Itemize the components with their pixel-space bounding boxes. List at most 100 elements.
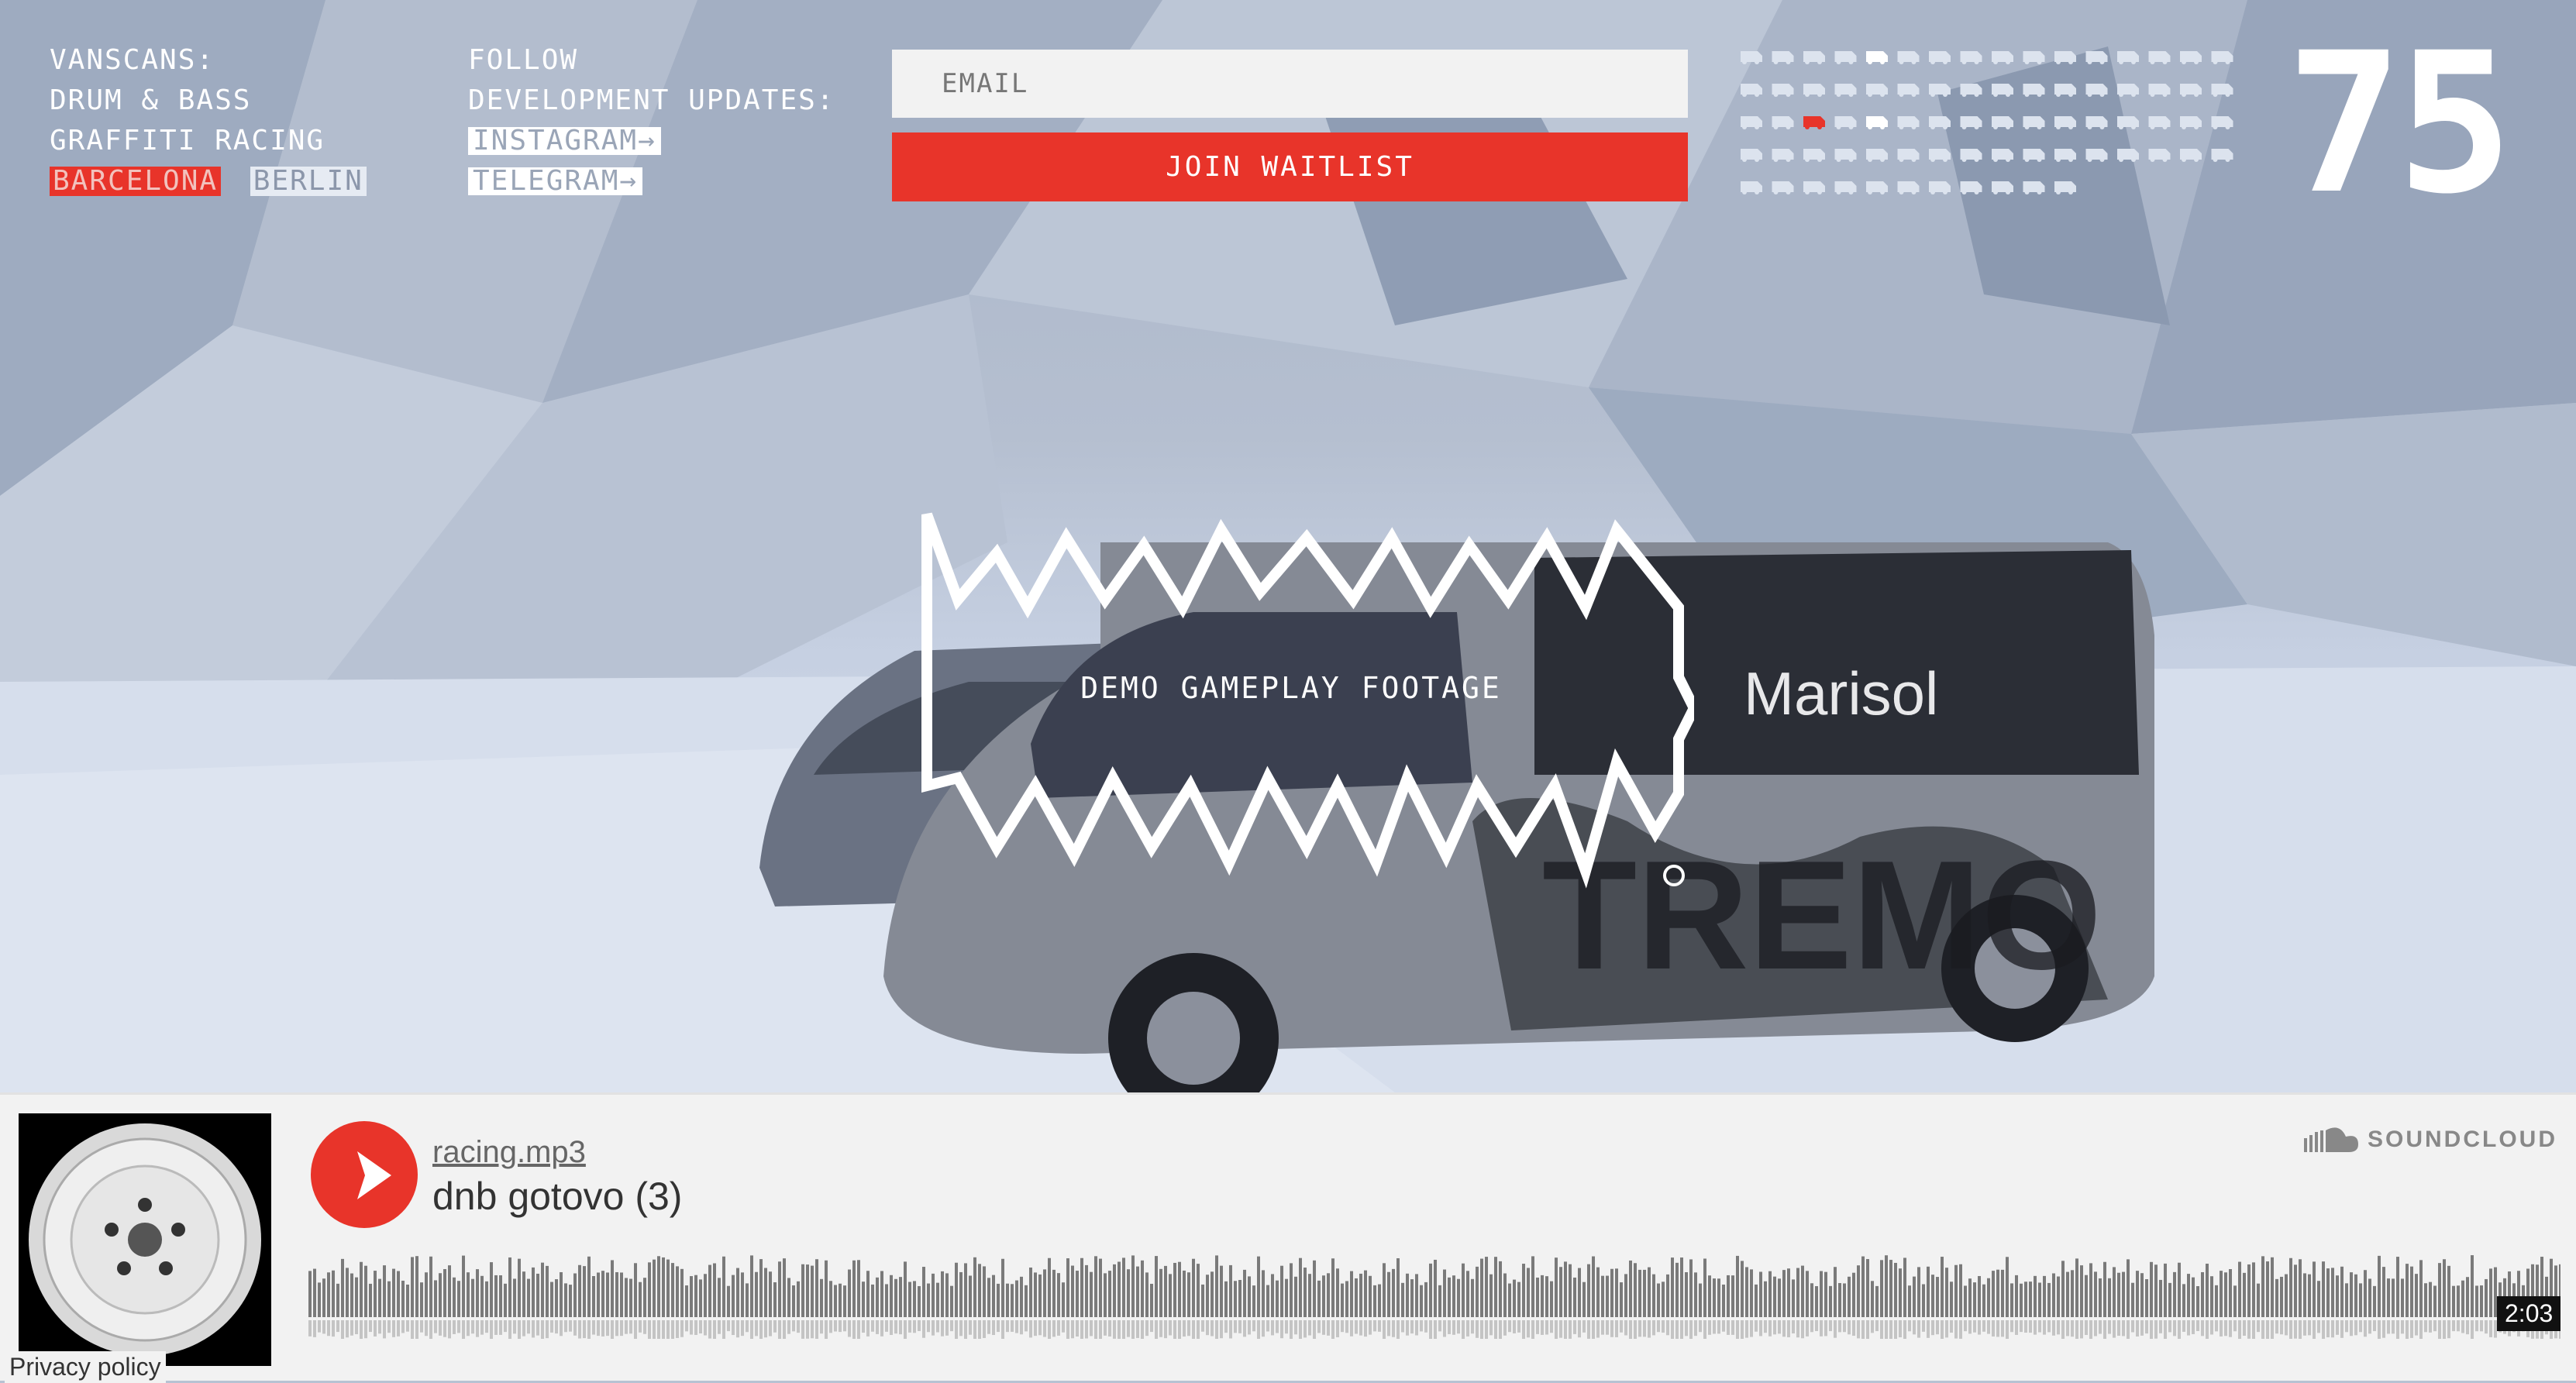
waveform-reflection bbox=[778, 1320, 781, 1339]
waveform-reflection bbox=[1341, 1320, 1344, 1333]
van-icon bbox=[1803, 84, 1825, 97]
van-icon bbox=[2054, 149, 2076, 162]
waveform-bar bbox=[578, 1264, 581, 1317]
waveform-bar bbox=[313, 1268, 316, 1317]
track-duration: 2:03 bbox=[2497, 1296, 2561, 1331]
waveform-bar bbox=[1755, 1284, 1758, 1317]
waveform-reflection bbox=[1285, 1320, 1288, 1334]
waveform-reflection bbox=[829, 1320, 832, 1333]
waveform-reflection bbox=[2206, 1320, 2209, 1339]
waveform-bar bbox=[1438, 1285, 1441, 1317]
waveform-bar bbox=[2308, 1274, 2311, 1317]
waveform-reflection bbox=[2113, 1320, 2116, 1338]
waveform[interactable] bbox=[308, 1246, 2561, 1339]
waveform-reflection bbox=[2261, 1320, 2264, 1339]
waveform-bar bbox=[2485, 1278, 2488, 1317]
waveform-reflection bbox=[425, 1320, 428, 1337]
waveform-bar bbox=[1666, 1274, 1669, 1317]
van-icon bbox=[2148, 149, 2171, 162]
waveform-reflection bbox=[1104, 1320, 1107, 1336]
waveform-bar bbox=[732, 1275, 735, 1317]
soundcloud-player: racing.mp3 dnb gotovo (3) SOUNDCLOUD 2:0… bbox=[0, 1092, 2576, 1381]
email-input[interactable] bbox=[892, 50, 1688, 118]
van-icon bbox=[1772, 116, 1794, 129]
waveform-bar bbox=[527, 1278, 530, 1317]
waveform-bar bbox=[2294, 1264, 2297, 1317]
track-user-link[interactable]: racing.mp3 bbox=[432, 1135, 586, 1170]
waveform-reflection bbox=[1499, 1320, 1502, 1339]
waveform-reflection bbox=[820, 1320, 823, 1334]
waveform-reflection bbox=[666, 1320, 670, 1339]
waveform-bar bbox=[355, 1277, 358, 1317]
waveform-bar bbox=[1303, 1268, 1307, 1317]
waveform-bar bbox=[378, 1278, 381, 1317]
waveform-bar bbox=[573, 1273, 577, 1317]
waveform-reflection bbox=[987, 1320, 990, 1334]
waveform-reflection bbox=[1392, 1320, 1395, 1337]
telegram-link[interactable]: TELEGRAM→ bbox=[468, 167, 643, 195]
waveform-bar bbox=[2173, 1271, 2176, 1317]
waveform-reflection bbox=[1331, 1320, 1334, 1339]
waveform-bar bbox=[1745, 1267, 1748, 1317]
play-button[interactable] bbox=[311, 1121, 418, 1228]
waveform-reflection bbox=[1987, 1320, 1990, 1334]
waveform-bar bbox=[848, 1269, 851, 1317]
track-title[interactable]: dnb gotovo (3) bbox=[432, 1174, 682, 1219]
waveform-reflection bbox=[2061, 1320, 2065, 1339]
van-icon bbox=[2023, 84, 2045, 97]
waveform-bar bbox=[2299, 1259, 2302, 1317]
waveform-bar bbox=[1685, 1272, 1688, 1317]
play-icon bbox=[357, 1151, 391, 1199]
waveform-reflection bbox=[2489, 1320, 2492, 1337]
waveform-bar bbox=[322, 1278, 325, 1317]
waveform-reflection bbox=[718, 1320, 721, 1334]
privacy-policy-link[interactable]: Privacy policy bbox=[5, 1351, 166, 1383]
waveform-reflection bbox=[876, 1320, 879, 1334]
waveform-bar bbox=[383, 1265, 386, 1317]
waveform-bar bbox=[1787, 1268, 1790, 1317]
waveform-reflection bbox=[699, 1320, 702, 1334]
waveform-bar bbox=[1173, 1262, 1176, 1317]
waveform-reflection bbox=[536, 1320, 539, 1336]
waveform-reflection bbox=[1713, 1320, 1716, 1334]
waveform-reflection bbox=[2192, 1320, 2195, 1334]
waveform-reflection bbox=[1620, 1320, 1623, 1333]
join-waitlist-button[interactable]: JOIN WAITLIST bbox=[892, 132, 1688, 201]
waveform-bar bbox=[746, 1283, 749, 1317]
waveform-bar bbox=[2159, 1279, 2162, 1317]
waveform-reflection bbox=[736, 1320, 739, 1338]
waveform-bar bbox=[1085, 1264, 1088, 1317]
city-berlin[interactable]: BERLIN bbox=[250, 167, 367, 196]
waveform-reflection bbox=[2401, 1320, 2404, 1334]
waveform-bar bbox=[1141, 1260, 1144, 1317]
waveform-bar bbox=[1429, 1263, 1432, 1317]
waveform-bar bbox=[1620, 1282, 1623, 1317]
waveform-reflection bbox=[1476, 1320, 1479, 1338]
waveform-bar bbox=[1406, 1273, 1409, 1317]
waveform-bar bbox=[1257, 1256, 1260, 1317]
waveform-reflection bbox=[1764, 1320, 1767, 1333]
instagram-link[interactable]: INSTAGRAM→ bbox=[468, 127, 661, 155]
waveform-reflection bbox=[918, 1320, 921, 1332]
waveform-bar bbox=[536, 1273, 539, 1317]
waveform-bar bbox=[1982, 1284, 1985, 1317]
van-brand-text: Marisol bbox=[1744, 659, 1938, 728]
waveform-reflection bbox=[1062, 1320, 1065, 1333]
waveform-reflection bbox=[2182, 1320, 2185, 1332]
waveform-reflection bbox=[615, 1320, 618, 1337]
waveform-bar bbox=[992, 1275, 995, 1317]
waveform-bar bbox=[2433, 1285, 2437, 1317]
waveform-reflection bbox=[2066, 1320, 2069, 1337]
waveform-reflection bbox=[741, 1320, 744, 1337]
soundcloud-logo[interactable]: SOUNDCLOUD bbox=[2304, 1126, 2557, 1154]
waveform-reflection bbox=[1782, 1320, 1786, 1337]
waveform-bar bbox=[2429, 1282, 2432, 1317]
waveform-reflection bbox=[1666, 1320, 1669, 1336]
city-barcelona[interactable]: BARCELONA bbox=[50, 167, 222, 196]
waveform-bar bbox=[2489, 1268, 2492, 1317]
waveform-bar bbox=[1378, 1284, 1381, 1317]
van-icon bbox=[2180, 51, 2202, 64]
waveform-bar bbox=[2024, 1282, 2027, 1317]
waveform-reflection bbox=[1755, 1320, 1758, 1332]
waveform-bar bbox=[2136, 1271, 2139, 1317]
